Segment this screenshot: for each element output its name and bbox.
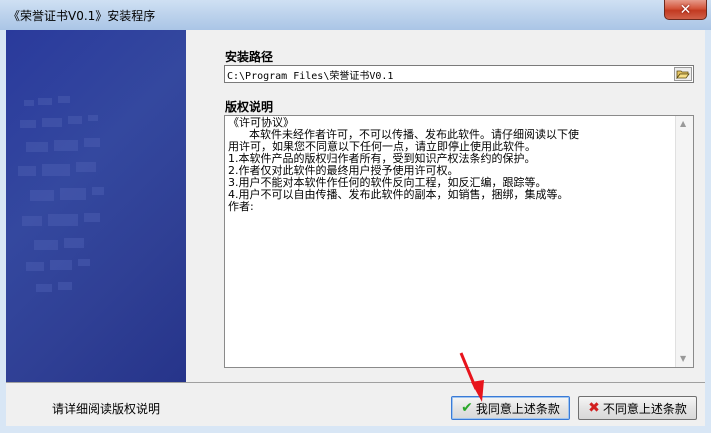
install-path-label: 安装路径	[225, 50, 274, 64]
install-path-field[interactable]	[224, 65, 694, 83]
title-bar[interactable]: 《荣誉证书V0.1》安装程序 ✕	[0, 0, 711, 30]
dialog-client: 安装路径 版权说明 《许可协议》 本软件未经作者许可，不可以传播、发布此软件。请…	[6, 30, 705, 426]
side-banner-art	[18, 96, 104, 292]
installer-window: 《荣誉证书V0.1》安装程序 ✕ 安装路径 C:\Program Files\荣…	[0, 0, 711, 433]
disagree-button-label: 不同意上述条款	[602, 401, 687, 416]
license-text: 《许可协议》 本软件未经作者许可，不可以传播、发布此软件。请仔细阅读以下使 用许…	[228, 116, 579, 213]
footer-hint: 请详细阅读版权说明	[52, 402, 161, 416]
close-icon: ✕	[679, 1, 692, 18]
cross-icon: ✖	[588, 400, 600, 416]
browse-button[interactable]	[674, 67, 692, 81]
license-scrollbar[interactable]: ▲ ▼	[675, 116, 693, 367]
install-path-input[interactable]	[227, 66, 667, 82]
footer-divider	[6, 382, 705, 383]
disagree-button[interactable]: ✖ 不同意上述条款	[578, 396, 697, 420]
license-label: 版权说明	[225, 100, 274, 114]
window-title: 《荣誉证书V0.1》安装程序	[8, 9, 156, 23]
scroll-up-icon[interactable]: ▲	[680, 119, 686, 128]
license-textbox[interactable]: 《许可协议》 本软件未经作者许可，不可以传播、发布此软件。请仔细阅读以下使 用许…	[224, 115, 694, 368]
checkmark-icon: ✔	[461, 400, 473, 416]
agree-button-label: 我同意上述条款	[475, 401, 560, 416]
scroll-down-icon[interactable]: ▼	[680, 354, 686, 363]
side-banner	[6, 30, 186, 382]
folder-open-icon	[676, 70, 690, 79]
agree-button[interactable]: ✔ 我同意上述条款	[451, 396, 570, 420]
close-button[interactable]: ✕	[664, 0, 707, 20]
